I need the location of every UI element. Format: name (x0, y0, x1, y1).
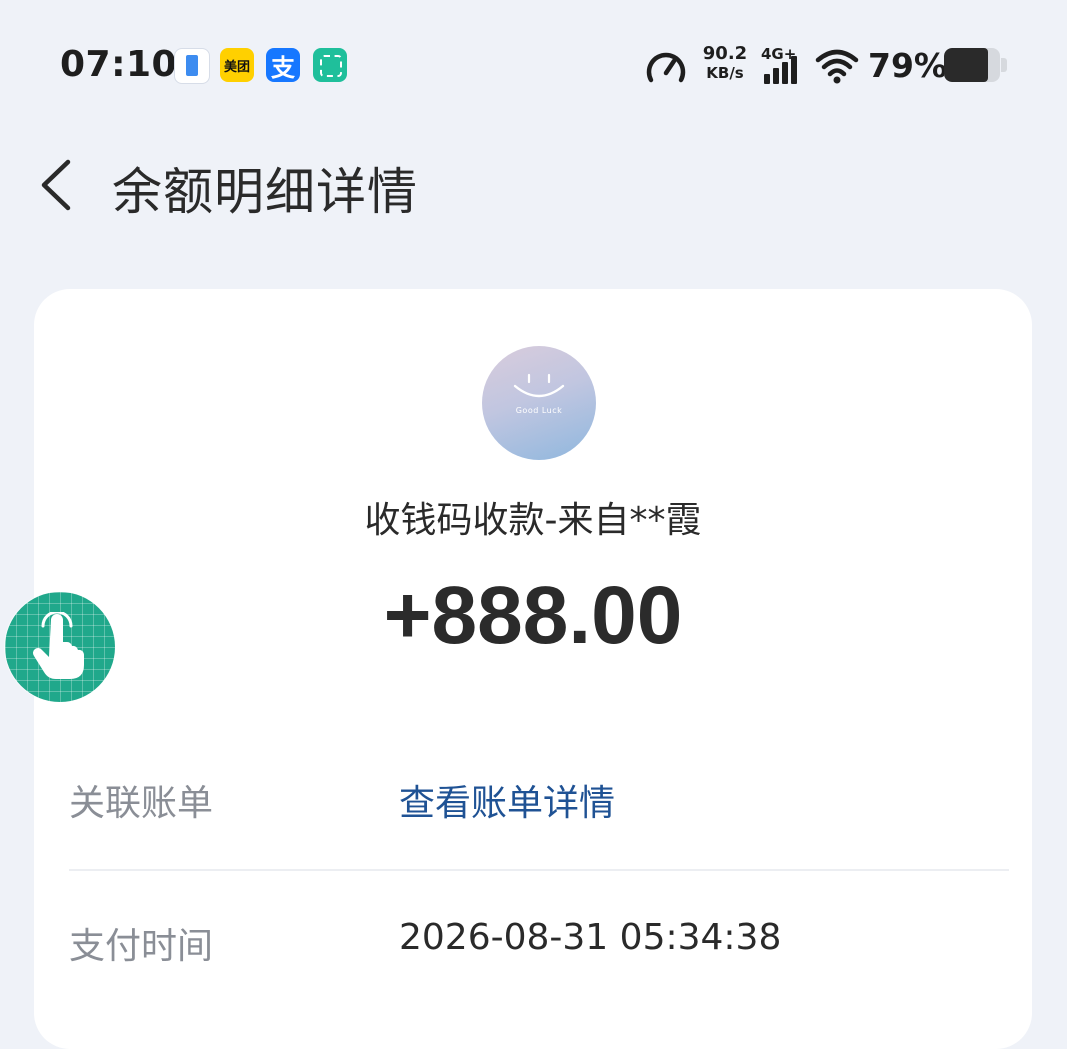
floating-assistant-button[interactable] (5, 592, 115, 702)
transaction-detail-card: Good Luck 收钱码收款-来自**霞 +888.00 关联账单 查看账单详… (34, 289, 1032, 1049)
battery-icon (944, 48, 1000, 82)
phone-app-icon (174, 48, 210, 84)
network-speed-unit: KB/s (706, 64, 744, 82)
scan-app-icon (313, 48, 347, 82)
avatar-caption: Good Luck (515, 406, 563, 415)
page-title: 余额明细详情 (112, 163, 418, 221)
chevron-left-icon (41, 159, 71, 211)
alipay-label: 支 (271, 53, 295, 82)
transaction-amount: +888.00 (383, 570, 683, 661)
back-button[interactable] (30, 150, 90, 220)
wifi-icon (815, 49, 859, 84)
view-bill-details-link[interactable]: 查看账单详情 (399, 774, 615, 826)
related-bill-label: 关联账单 (69, 783, 214, 824)
payer-avatar: Good Luck (482, 346, 596, 460)
network-speed: 90.2 KB/s (702, 45, 748, 81)
battery-level-fill (944, 48, 989, 82)
alipay-icon: 支 (266, 48, 300, 82)
smiley-face-icon (513, 373, 565, 398)
tap-hand-icon (33, 612, 85, 679)
transaction-title: 收钱码收款-来自**霞 (364, 500, 702, 541)
battery-percent: 79% (868, 46, 947, 85)
row-divider (69, 869, 1009, 871)
status-bar: 07:10 美团 支 90.2 KB/s 4G+ 79% (0, 0, 1067, 130)
meituan-label: 美团 (223, 59, 250, 75)
status-time: 07:10 (60, 44, 178, 85)
meituan-icon: 美团 (220, 48, 254, 82)
network-speed-value: 90.2 (702, 43, 748, 64)
cellular-signal-icon: 4G+ (761, 45, 797, 84)
speedometer-icon (646, 52, 686, 83)
payment-time-value: 2026-08-31 05:34:38 (399, 917, 782, 958)
payment-time-label: 支付时间 (69, 926, 214, 967)
battery-cap (1001, 58, 1007, 72)
